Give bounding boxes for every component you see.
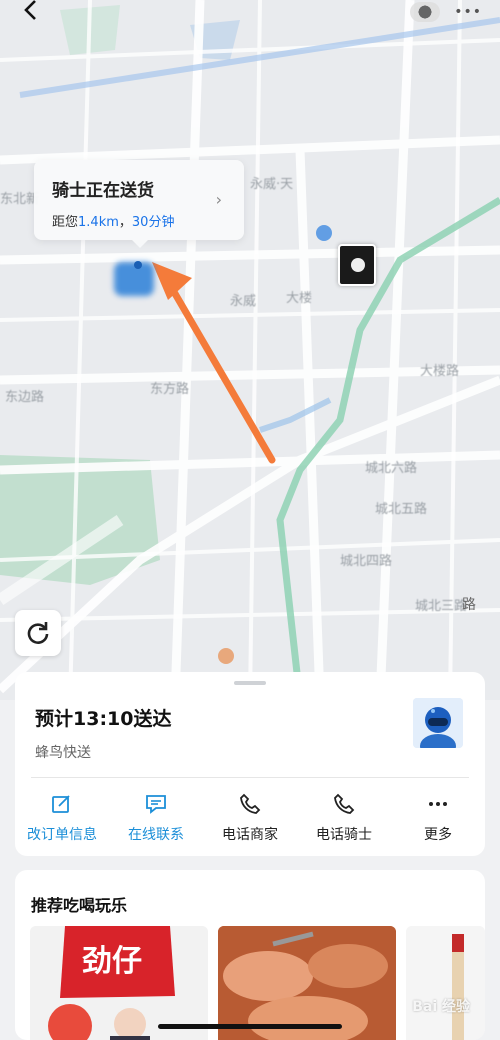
drag-handle[interactable] xyxy=(234,681,266,685)
snack-brand-text: 劲仔 xyxy=(82,944,142,979)
home-indicator[interactable] xyxy=(158,1024,342,1029)
distance-separator: ， xyxy=(118,215,132,230)
refresh-button[interactable] xyxy=(15,610,61,656)
distance-value: 1.4km xyxy=(78,215,119,230)
snack-package-image: 劲仔 xyxy=(30,926,208,1040)
recommend-item-partial[interactable] xyxy=(406,926,485,1040)
map-label: 大楼路 xyxy=(420,364,460,379)
more-icon xyxy=(427,792,449,816)
map-label: 城北五路 xyxy=(375,502,428,517)
poi-dot xyxy=(218,648,234,664)
action-bar: 改订单信息 在线联系 电话商家 电话骑士 更多 xyxy=(15,792,485,844)
carrier-name: 蜂鸟快送 xyxy=(35,745,91,761)
action-label: 电话商家 xyxy=(222,827,278,843)
rider-status-title: 骑士正在送货 xyxy=(52,181,154,201)
rider-distance-info: 距您1.4km，30分钟 xyxy=(52,211,226,230)
time-value: 30分钟 xyxy=(131,215,175,230)
recommend-item-snack[interactable]: 劲仔 xyxy=(30,926,208,1040)
recommend-title: 推荐吃喝玩乐 xyxy=(31,896,128,915)
rider-avatar[interactable] xyxy=(413,698,463,748)
map-label: 东边路 xyxy=(5,390,45,405)
chevron-left-icon xyxy=(24,0,36,20)
distance-prefix: 距您 xyxy=(52,215,79,230)
action-label: 电话骑士 xyxy=(316,827,372,843)
map-view[interactable]: 东北新 永威·天 大楼 东方路 东边路 大楼路 永威 城北六路 城北五路 城北四… xyxy=(0,0,500,700)
online-chat-button[interactable]: 在线联系 xyxy=(112,792,200,844)
more-button[interactable]: 更多 xyxy=(394,792,482,844)
watermark-text: Bai 经验 xyxy=(412,999,470,1015)
chat-icon xyxy=(145,792,167,816)
delivery-card: 预计13:10送达 蜂鸟快送 改订单信息 在线联系 电话商家 电话骑士 更多 xyxy=(15,672,485,856)
edit-icon xyxy=(51,792,73,816)
rider-status-bubble[interactable]: 骑士正在送货 距您1.4km，30分钟 › xyxy=(34,160,244,248)
edit-order-button[interactable]: 改订单信息 xyxy=(18,792,106,844)
top-right-controls: ••• xyxy=(410,2,482,22)
capsule-icon[interactable] xyxy=(410,2,441,22)
eta-text: 预计13:10送达 xyxy=(35,708,172,730)
map-label: 永威 xyxy=(230,294,257,309)
more-dots-icon[interactable]: ••• xyxy=(454,4,482,20)
shop-marker[interactable] xyxy=(338,244,376,286)
map-label: 大楼 xyxy=(286,291,313,306)
action-label: 改订单信息 xyxy=(27,827,97,843)
product-image xyxy=(406,926,485,1040)
phone-icon xyxy=(333,792,355,816)
map-label: 路 xyxy=(462,597,476,613)
refresh-icon xyxy=(27,622,49,644)
rider-location-dot xyxy=(134,261,142,269)
call-rider-button[interactable]: 电话骑士 xyxy=(300,792,388,844)
rider-avatar-icon xyxy=(413,698,463,748)
user-location-dot xyxy=(316,225,332,241)
map-label: 永威·天 xyxy=(250,177,294,192)
back-button[interactable] xyxy=(22,0,52,24)
phone-icon xyxy=(239,792,261,816)
bubble-tail xyxy=(132,240,148,248)
action-label: 更多 xyxy=(424,827,452,843)
map-label: 城北六路 xyxy=(365,461,418,476)
grilled-meat-image xyxy=(218,926,396,1040)
call-merchant-button[interactable]: 电话商家 xyxy=(206,792,294,844)
map-label: 城北三路 xyxy=(415,599,468,614)
action-label: 在线联系 xyxy=(128,827,184,843)
map-label: 城北四路 xyxy=(340,554,393,569)
divider xyxy=(31,777,469,778)
chevron-right-icon: › xyxy=(215,190,222,209)
recommend-item-bbq[interactable] xyxy=(218,926,396,1040)
map-label: 东方路 xyxy=(150,382,190,397)
